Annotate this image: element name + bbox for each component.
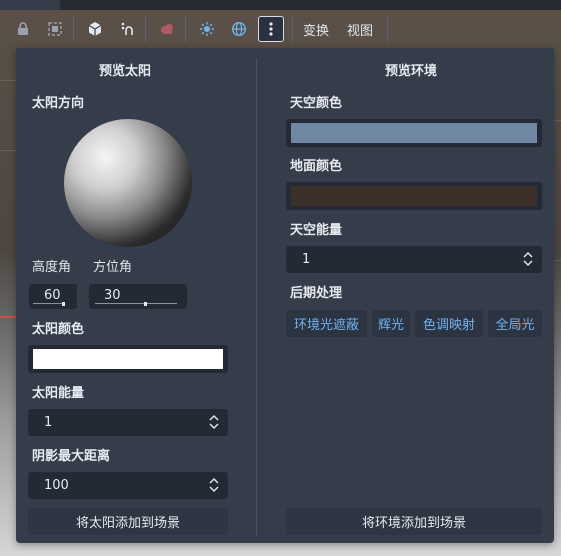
sun-section-title: 预览太阳 — [99, 64, 152, 79]
add-sun-to-scene-button[interactable]: 将太阳添加到场景 — [28, 508, 228, 535]
sun-color-label: 太阳颜色 — [32, 322, 85, 337]
sky-energy-label: 天空能量 — [290, 223, 343, 238]
ambient-occlusion-toggle[interactable]: 环境光遮蔽 — [286, 310, 367, 337]
grid-line — [0, 150, 16, 151]
add-environment-to-scene-button[interactable]: 将环境添加到场景 — [286, 508, 542, 535]
global-illumination-toggle[interactable]: 全局光 — [488, 310, 542, 337]
snap-icon[interactable] — [114, 16, 140, 42]
spin-arrows-icon[interactable] — [522, 250, 534, 268]
toolbar-separator — [185, 16, 186, 42]
elevation-slider-track — [33, 303, 65, 304]
sun-icon[interactable] — [194, 16, 220, 42]
panel-divider — [256, 58, 257, 536]
sun-energy-label: 太阳能量 — [32, 386, 85, 401]
spin-arrows-icon[interactable] — [208, 476, 220, 494]
azimuth-field[interactable]: 30 — [89, 284, 187, 309]
view-menu[interactable]: 视图 — [347, 20, 373, 39]
elevation-label: 高度角 — [32, 260, 72, 275]
tonemap-toggle[interactable]: 色调映射 — [415, 310, 483, 337]
azimuth-label: 方位角 — [93, 260, 133, 275]
preview-settings-panel: 预览太阳 太阳方向 高度角 方位角 60 30 太阳颜色 太阳能量 1 阴影最大… — [16, 48, 554, 543]
shadow-distance-label: 阴影最大距离 — [32, 449, 111, 464]
sky-energy-value: 1 — [302, 252, 311, 267]
more-icon[interactable] — [258, 16, 284, 42]
spin-arrows-icon[interactable] — [208, 413, 220, 431]
toolbar-separator — [292, 16, 293, 42]
globe-icon[interactable] — [226, 16, 252, 42]
ground-color-picker[interactable] — [286, 182, 542, 210]
sun-direction-sphere[interactable] — [64, 119, 192, 247]
ground-color-label: 地面颜色 — [290, 159, 343, 174]
ground-color-swatch — [291, 186, 537, 206]
group-icon[interactable] — [42, 16, 68, 42]
grid-line — [554, 120, 561, 121]
azimuth-slider-track — [95, 303, 177, 304]
sky-color-picker[interactable] — [286, 119, 542, 147]
sky-color-label: 天空颜色 — [290, 96, 343, 111]
toolbar-separator — [387, 16, 388, 42]
grid-line — [554, 260, 561, 261]
shadow-distance-value: 100 — [44, 478, 69, 493]
cube-icon[interactable] — [82, 16, 108, 42]
sun-energy-spinbox[interactable]: 1 — [28, 409, 228, 436]
sky-color-swatch — [291, 123, 537, 143]
post-processing-label: 后期处理 — [290, 286, 343, 301]
scene-tab[interactable] — [0, 0, 60, 10]
shadow-distance-spinbox[interactable]: 100 — [28, 472, 228, 499]
grid-line — [0, 80, 16, 81]
sun-direction-label: 太阳方向 — [32, 96, 85, 111]
lock-icon[interactable] — [10, 16, 36, 42]
toolbar-separator — [145, 16, 146, 42]
glow-toggle[interactable]: 辉光 — [372, 310, 410, 337]
environment-section-title: 预览环境 — [385, 64, 438, 79]
elevation-value: 60 — [44, 288, 61, 303]
sun-color-swatch — [33, 349, 223, 369]
sky-energy-spinbox[interactable]: 1 — [286, 246, 542, 273]
cloud-icon[interactable] — [154, 16, 180, 42]
elevation-slider-knob[interactable] — [62, 302, 65, 306]
sun-color-picker[interactable] — [28, 345, 228, 373]
elevation-field[interactable]: 60 — [29, 284, 77, 309]
transform-menu[interactable]: 变换 — [303, 20, 329, 39]
sun-energy-value: 1 — [44, 415, 53, 430]
azimuth-value: 30 — [104, 288, 121, 303]
tab-strip — [0, 0, 561, 10]
azimuth-slider-knob[interactable] — [144, 302, 147, 306]
toolbar-separator — [73, 16, 74, 42]
